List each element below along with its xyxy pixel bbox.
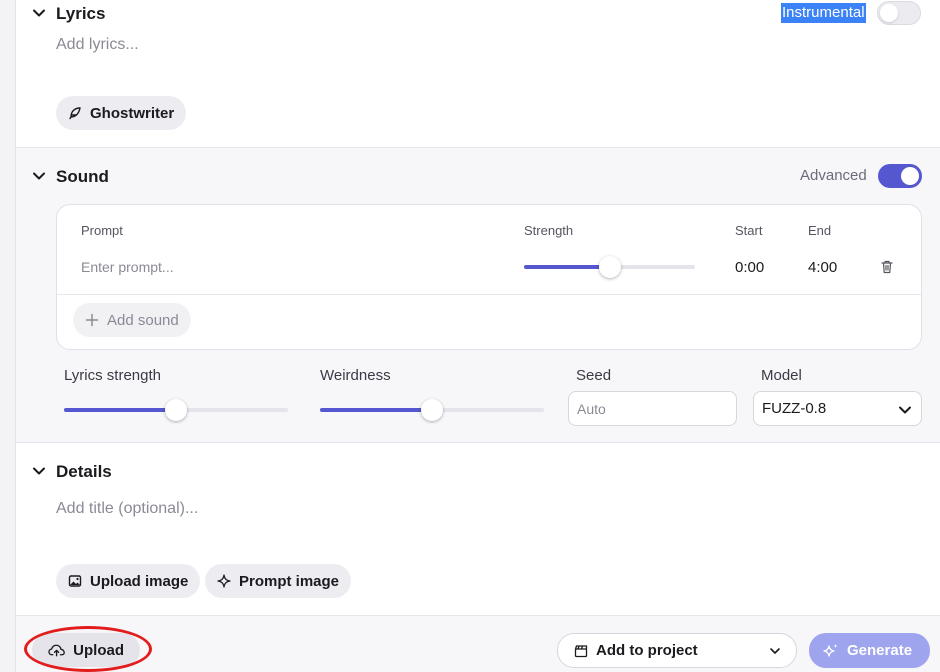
- chevron-down-icon[interactable]: [32, 169, 46, 183]
- advanced-toggle[interactable]: [878, 164, 922, 188]
- sparkles-icon: [823, 643, 838, 657]
- slider-thumb[interactable]: [421, 399, 443, 421]
- sound-prompts-card: Prompt Strength Start End Enter prompt..…: [56, 204, 922, 350]
- ghostwriter-button[interactable]: Ghostwriter: [56, 96, 187, 130]
- seed-input[interactable]: [568, 391, 737, 426]
- strength-slider[interactable]: [524, 256, 695, 278]
- instrumental-label: Instrumental: [781, 3, 866, 23]
- toggle-knob: [901, 167, 919, 185]
- sound-section-title[interactable]: Sound: [56, 167, 109, 187]
- feather-icon: [69, 107, 81, 120]
- lyrics-strength-slider[interactable]: [64, 399, 288, 421]
- seed-label: Seed: [576, 367, 612, 384]
- sound-prompt-input[interactable]: Enter prompt...: [81, 259, 174, 275]
- title-input[interactable]: Add title (optional)...: [56, 500, 198, 518]
- toggle-knob: [880, 4, 898, 22]
- strength-column-header: Strength: [524, 223, 574, 238]
- prompt-image-label: Prompt image: [239, 572, 340, 590]
- chevron-down-icon: [899, 406, 911, 414]
- lyrics-input[interactable]: Add lyrics...: [56, 36, 139, 54]
- sound-section: Sound Advanced Prompt Strength Start End…: [16, 148, 940, 443]
- weirdness-label: Weirdness: [320, 367, 391, 384]
- lyrics-section-title[interactable]: Lyrics: [56, 4, 105, 24]
- slider-fill: [524, 265, 610, 269]
- prompt-column-header: Prompt: [81, 223, 123, 238]
- clapperboard-icon: [574, 644, 588, 657]
- add-to-project-label: Add to project: [596, 642, 698, 659]
- chevron-down-icon[interactable]: [32, 464, 46, 478]
- slider-fill: [64, 408, 176, 412]
- plus-icon: [85, 313, 99, 327]
- add-sound-label: Add sound: [107, 311, 179, 329]
- start-time[interactable]: 0:00: [735, 259, 764, 276]
- upload-image-label: Upload image: [90, 572, 189, 590]
- annotation-circle: [24, 626, 152, 672]
- slider-thumb[interactable]: [165, 399, 187, 421]
- advanced-label: Advanced: [800, 167, 867, 184]
- sparkle-icon: [217, 574, 231, 588]
- details-section: Details Add title (optional)... Upload i…: [16, 443, 940, 616]
- add-sound-button[interactable]: Add sound: [73, 303, 191, 337]
- lyrics-strength-label: Lyrics strength: [64, 367, 161, 384]
- slider-fill: [320, 408, 432, 412]
- model-select[interactable]: FUZZ-0.8: [753, 391, 922, 426]
- slider-thumb[interactable]: [598, 256, 621, 278]
- model-label: Model: [761, 367, 802, 384]
- model-value: FUZZ-0.8: [762, 400, 827, 417]
- generate-button[interactable]: Generate: [809, 633, 930, 668]
- bottom-action-bar: Upload Add to project Generate: [16, 616, 940, 672]
- trash-icon[interactable]: [879, 259, 895, 275]
- details-section-title[interactable]: Details: [56, 462, 112, 482]
- chevron-down-icon: [770, 648, 780, 654]
- card-divider: [57, 294, 921, 295]
- left-edge-panel: [0, 0, 16, 672]
- image-icon: [68, 575, 82, 587]
- add-to-project-select[interactable]: Add to project: [557, 633, 797, 668]
- create-form: Lyrics Instrumental Add lyrics... Ghostw…: [16, 0, 940, 672]
- ghostwriter-label: Ghostwriter: [90, 104, 175, 122]
- instrumental-toggle[interactable]: [877, 1, 921, 25]
- start-column-header: Start: [735, 223, 763, 238]
- weirdness-slider[interactable]: [320, 399, 544, 421]
- upload-image-button[interactable]: Upload image: [56, 564, 201, 598]
- chevron-down-icon[interactable]: [32, 6, 46, 20]
- lyrics-section: Lyrics Instrumental Add lyrics... Ghostw…: [16, 0, 940, 148]
- end-column-header: End: [808, 223, 832, 238]
- generate-label: Generate: [847, 642, 913, 659]
- end-time[interactable]: 4:00: [808, 259, 837, 276]
- prompt-image-button[interactable]: Prompt image: [205, 564, 352, 598]
